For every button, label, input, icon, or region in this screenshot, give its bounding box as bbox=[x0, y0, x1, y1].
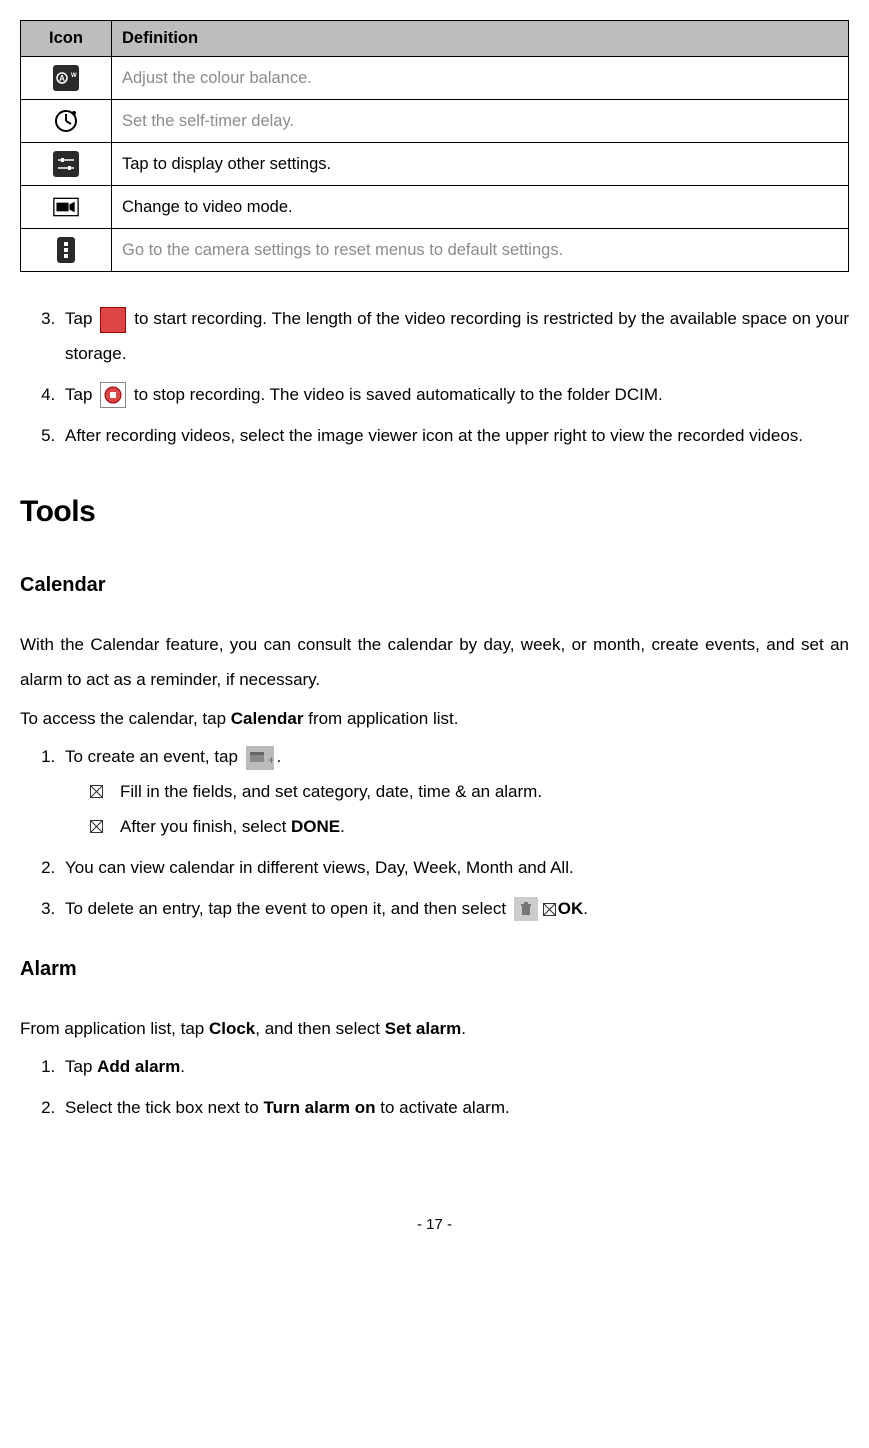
table-cell-definition: Go to the camera settings to reset menus… bbox=[112, 229, 849, 272]
calendar-intro-text: With the Calendar feature, you can consu… bbox=[20, 628, 849, 698]
body-content: Tap to start recording. The length of th… bbox=[20, 302, 849, 1126]
table-row: Set the self-timer delay. bbox=[21, 100, 849, 143]
svg-text:W: W bbox=[71, 73, 77, 79]
more-menu-icon bbox=[57, 237, 75, 263]
list-item: To create an event, tap + . Fill in the … bbox=[60, 740, 849, 845]
list-item: To delete an entry, tap the event to ope… bbox=[60, 892, 849, 927]
list-item: You can view calendar in different views… bbox=[60, 851, 849, 886]
table-cell-definition: Tap to display other settings. bbox=[112, 143, 849, 186]
list-item: Select the tick box next to Turn alarm o… bbox=[60, 1091, 849, 1126]
table-cell-definition: Set the self-timer delay. bbox=[112, 100, 849, 143]
record-start-icon bbox=[100, 307, 126, 333]
self-timer-icon bbox=[53, 108, 79, 134]
svg-text:A: A bbox=[59, 74, 65, 83]
page-footer: - 17 - bbox=[20, 1216, 849, 1233]
add-event-icon: + bbox=[246, 746, 274, 770]
table-row: AW Adjust the colour balance. bbox=[21, 57, 849, 100]
icon-definition-table: Icon Definition AW Adjust the colour bal… bbox=[20, 20, 849, 272]
table-header-icon: Icon bbox=[21, 21, 112, 57]
table-cell-definition: Adjust the colour balance. bbox=[112, 57, 849, 100]
table-header-definition: Definition bbox=[112, 21, 849, 57]
settings-sliders-icon bbox=[53, 151, 79, 177]
video-mode-icon bbox=[53, 194, 79, 220]
table-row: Tap to display other settings. bbox=[21, 143, 849, 186]
alarm-intro-text: From application list, tap Clock, and th… bbox=[20, 1012, 849, 1047]
heading-calendar: Calendar bbox=[20, 565, 849, 606]
table-row: Go to the camera settings to reset menus… bbox=[21, 229, 849, 272]
white-balance-icon: AW bbox=[53, 65, 79, 91]
table-cell-definition: Change to video mode. bbox=[112, 186, 849, 229]
delete-trash-icon bbox=[514, 897, 538, 921]
list-item: Tap to start recording. The length of th… bbox=[60, 302, 849, 372]
checkbox-icon bbox=[543, 903, 556, 916]
svg-text:+: + bbox=[268, 753, 273, 767]
heading-tools: Tools bbox=[20, 481, 849, 543]
heading-alarm: Alarm bbox=[20, 949, 849, 990]
list-item: Tap Add alarm. bbox=[60, 1050, 849, 1085]
list-item: After recording videos, select the image… bbox=[60, 419, 849, 454]
list-item: Tap to stop recording. The video is save… bbox=[60, 378, 849, 413]
table-row: Change to video mode. bbox=[21, 186, 849, 229]
sub-list-item: Fill in the fields, and set category, da… bbox=[120, 775, 849, 810]
calendar-access-text: To access the calendar, tap Calendar fro… bbox=[20, 702, 849, 737]
sub-list-item: After you finish, select DONE. bbox=[120, 810, 849, 845]
record-stop-icon bbox=[100, 382, 126, 408]
